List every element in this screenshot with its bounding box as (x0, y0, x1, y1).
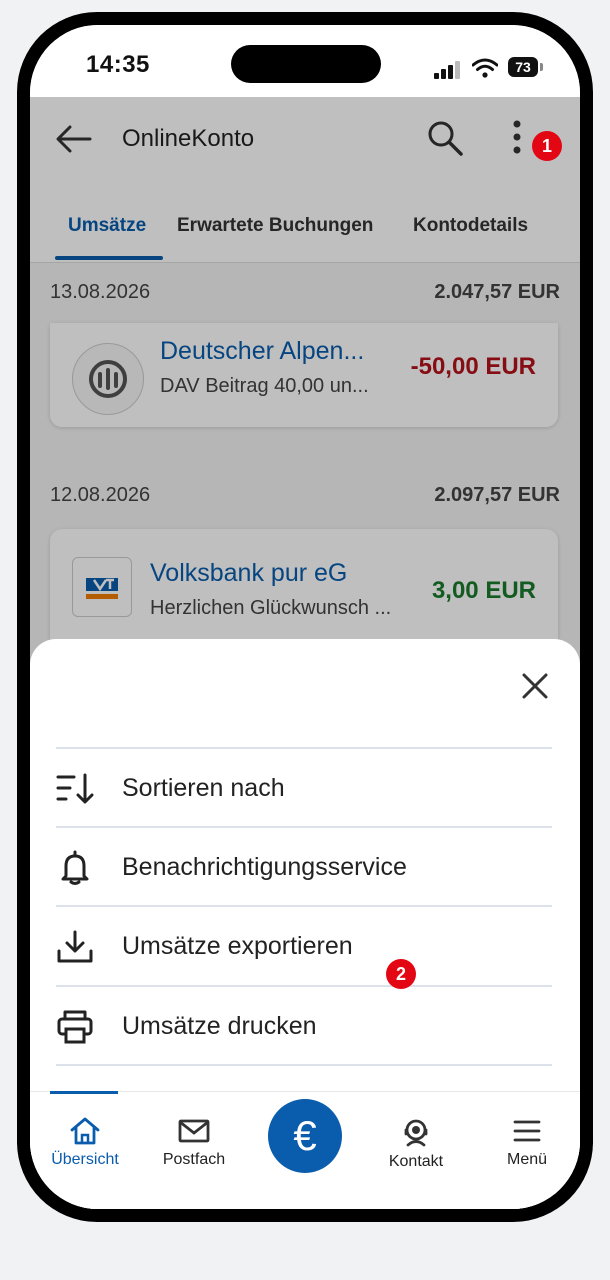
download-icon (57, 930, 93, 963)
status-time: 14:35 (86, 51, 150, 78)
wifi-icon (472, 58, 498, 78)
nav-item-uebersicht[interactable]: Übersicht (30, 1117, 140, 1169)
status-bar: 14:35 73 (30, 25, 580, 97)
printer-icon (57, 1010, 93, 1044)
menu-item-notification-service[interactable]: Benachrichtigungsservice (56, 826, 552, 907)
nav-label: Kontakt (388, 1153, 444, 1170)
euro-button[interactable]: € (268, 1099, 342, 1173)
sort-icon (56, 773, 94, 804)
bell-icon (61, 850, 89, 885)
app-content: OnlineKonto Umsätze Erwartete Buchungen … (30, 97, 580, 1209)
menu-item-label: Umsätze exportieren (122, 932, 353, 960)
nav-label: Übersicht (51, 1151, 119, 1168)
menu-item-label: Sortieren nach (122, 774, 285, 802)
hamburger-icon (513, 1120, 541, 1142)
mail-icon (178, 1119, 210, 1143)
nav-item-menue[interactable]: Menü (472, 1117, 580, 1169)
dynamic-island (231, 45, 381, 83)
headset-icon (404, 1119, 428, 1147)
menu-item-print[interactable]: Umsätze drucken (56, 985, 552, 1066)
battery-icon: 73 (508, 57, 538, 77)
divider (56, 1064, 552, 1066)
screen: 14:35 73 OnlineKonto Umsätze Erwartete B… (30, 25, 580, 1209)
annotation-marker-2: 2 (386, 959, 416, 989)
bottom-navigation: Übersicht Postfach € Kontakt Menü (30, 1091, 580, 1209)
active-nav-indicator (50, 1091, 118, 1094)
menu-item-label: Umsätze drucken (122, 1012, 317, 1040)
menu-item-sort[interactable]: Sortieren nach (56, 747, 552, 828)
menu-item-export[interactable]: Umsätze exportieren (56, 905, 552, 986)
annotation-marker-1: 1 (532, 131, 562, 161)
home-icon (70, 1117, 100, 1145)
battery-tip (540, 63, 543, 71)
nav-label: Postfach (162, 1151, 226, 1168)
nav-item-postfach[interactable]: Postfach (139, 1117, 249, 1169)
signal-icon (434, 61, 460, 79)
nav-item-kontakt[interactable]: Kontakt (361, 1117, 471, 1171)
nav-label: Menü (506, 1151, 548, 1168)
close-icon[interactable] (518, 669, 552, 703)
menu-item-label: Benachrichtigungsservice (122, 853, 407, 881)
phone-frame: 14:35 73 OnlineKonto Umsätze Erwartete B… (17, 12, 593, 1222)
